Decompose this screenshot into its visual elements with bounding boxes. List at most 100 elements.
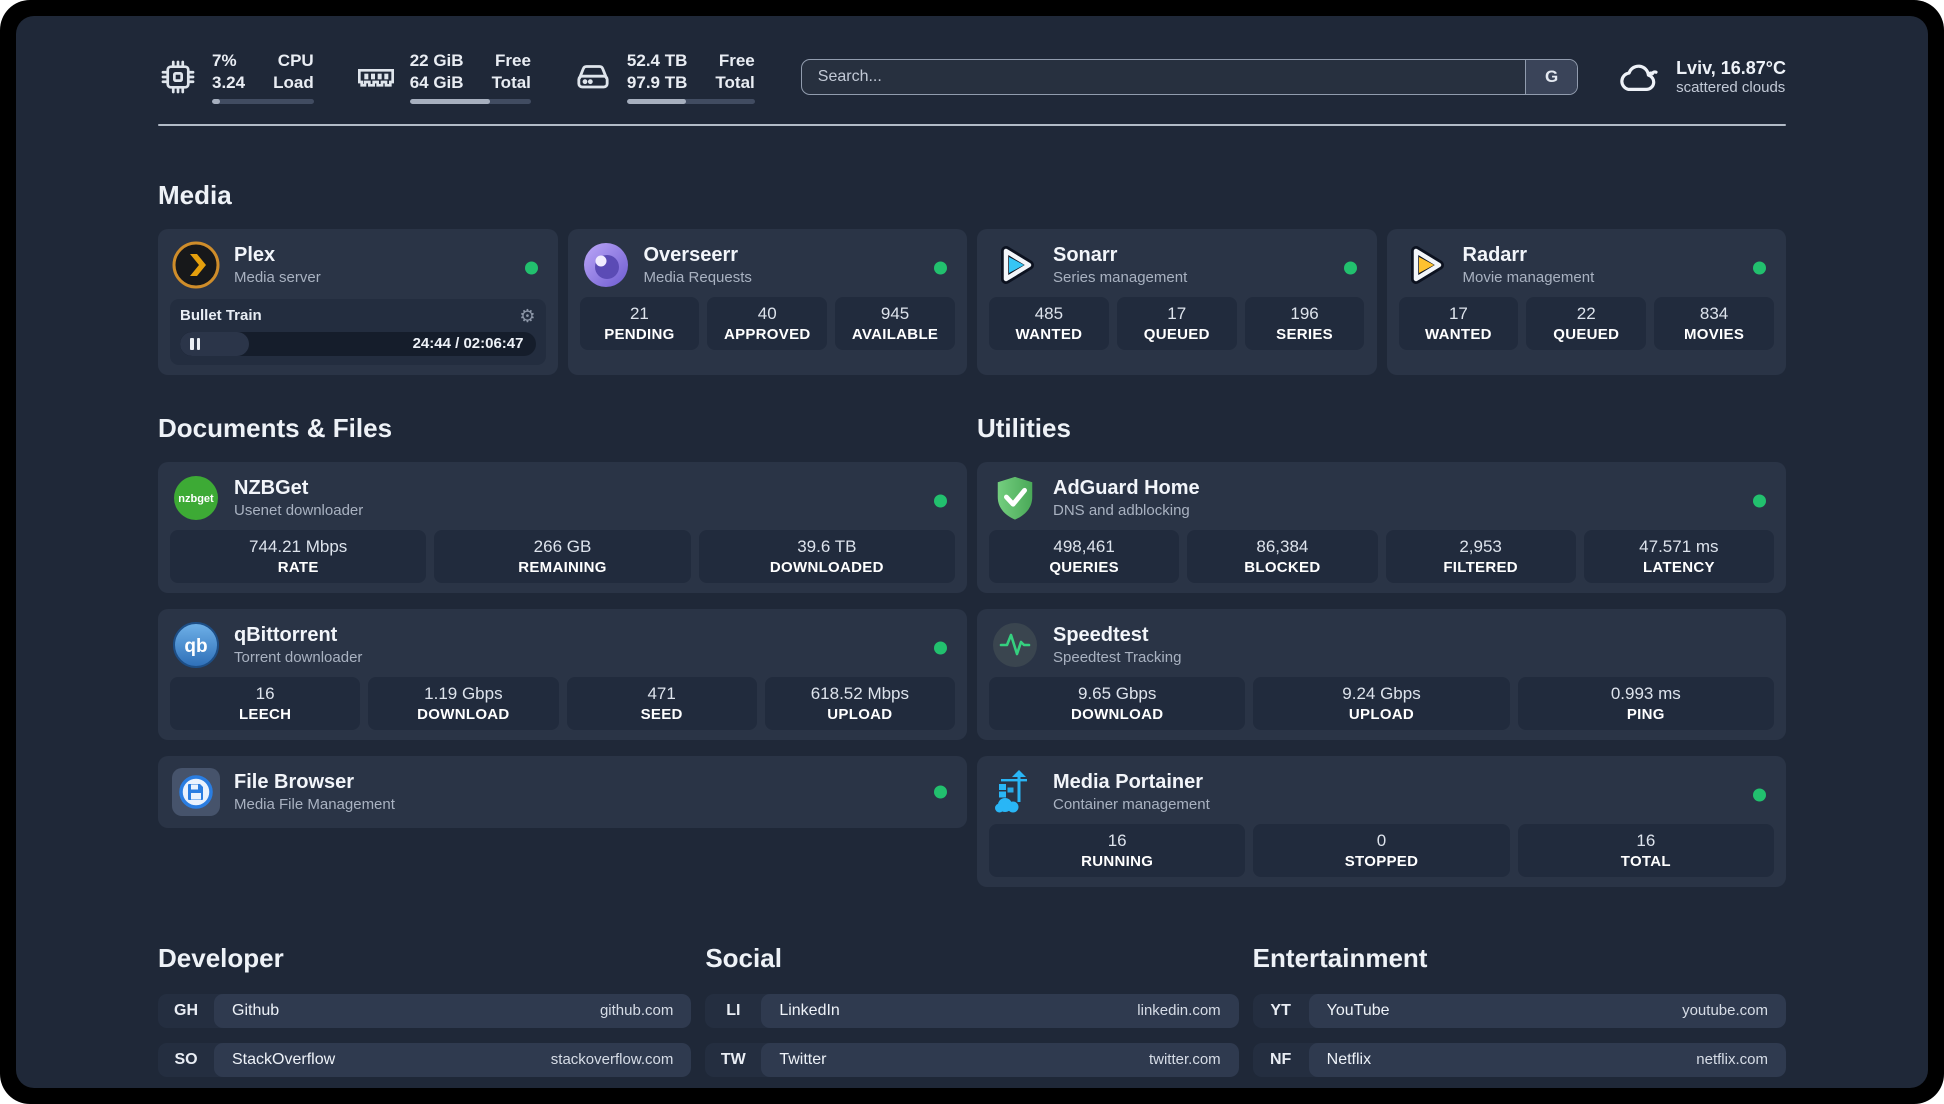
- sonarr-app-link[interactable]: Sonarr Series management: [989, 239, 1365, 297]
- stat-value: 40: [757, 303, 777, 323]
- card-qbittorrent: qb qBittorrent Torrent downloader 16 LEE…: [158, 608, 967, 740]
- plex-subtitle: Media server: [234, 268, 321, 286]
- cloud-icon: [1616, 57, 1662, 97]
- stat-box: 40 APPROVED: [707, 296, 828, 350]
- disk-progress: [626, 98, 755, 104]
- filebrowser-title: File Browser: [234, 770, 355, 793]
- stat-value: 196: [1290, 303, 1319, 323]
- section-title-entertainment: Entertainment: [1252, 942, 1428, 973]
- nzbget-icon: nzbget: [172, 474, 220, 522]
- stat-label: AVAILABLE: [851, 325, 939, 343]
- gear-icon[interactable]: ⚙: [519, 307, 535, 325]
- stat-box: 9.24 Gbps UPLOAD: [1253, 676, 1510, 730]
- stat-value: 47.571 ms: [1639, 536, 1719, 556]
- disk-label-2: Total: [715, 72, 755, 92]
- entertainment-link-list: YT YouTube youtube.com NF Netflix netfli…: [1252, 993, 1786, 1089]
- pause-icon[interactable]: [190, 337, 200, 350]
- stat-box: 21 PENDING: [579, 296, 700, 350]
- search-bar: G: [800, 58, 1579, 95]
- radarr-app-link[interactable]: Radarr Movie management: [1399, 239, 1775, 297]
- ram-icon: [356, 57, 396, 97]
- section-title-utilities: Utilities: [977, 412, 1071, 443]
- portainer-stats: 16 RUNNING 0 STOPPED 16 TOTAL: [989, 823, 1774, 877]
- bookmark-link[interactable]: LI LinkedIn linkedin.com: [705, 993, 1239, 1028]
- bookmark-url: stackoverflow.com: [550, 1051, 674, 1068]
- filebrowser-app-link[interactable]: File Browser Media File Management: [170, 766, 955, 818]
- stat-value: 485: [1034, 303, 1064, 323]
- ram-free: 22 GiB: [409, 51, 464, 70]
- card-overseerr: Overseerr Media Requests 21 PENDING 40 A…: [567, 228, 967, 375]
- disk-metric: 52.4 TB 97.9 TB Free Total: [573, 50, 755, 104]
- plex-status-dot: [524, 261, 538, 274]
- ram-total: 64 GiB: [409, 72, 464, 92]
- overseerr-app-link[interactable]: Overseerr Media Requests: [580, 239, 956, 297]
- cpu-metric: 7% 3.24 CPU Load: [158, 50, 314, 104]
- plex-progress-bar[interactable]: 24:44 / 02:06:47: [180, 331, 536, 356]
- stat-box: 2,953 FILTERED: [1385, 529, 1576, 583]
- stat-value: 0.993 ms: [1610, 683, 1681, 703]
- cpu-icon: [158, 57, 198, 97]
- radarr-title: Radarr: [1462, 243, 1527, 266]
- card-sonarr: Sonarr Series management 485 WANTED 17 Q…: [977, 228, 1377, 375]
- stat-value: 9.65 Gbps: [1077, 683, 1157, 703]
- speedtest-app-link[interactable]: Speedtest Speedtest Tracking: [989, 619, 1774, 677]
- bookmark-abbr: GH: [174, 1001, 198, 1019]
- stat-label: PING: [1626, 705, 1665, 723]
- media-grid: Plex Media server Bullet Train ⚙ 24:44 /…: [158, 228, 1786, 375]
- stat-value: 834: [1699, 303, 1729, 323]
- stat-label: DOWNLOADED: [769, 558, 884, 576]
- stat-label: WANTED: [1015, 325, 1083, 343]
- qbittorrent-subtitle: Torrent downloader: [234, 648, 363, 666]
- stat-box: 266 GB REMAINING: [434, 529, 691, 583]
- radarr-stats: 17 WANTED 22 QUEUED 834 MOVIES: [1398, 296, 1775, 350]
- svg-text:nzbget: nzbget: [178, 493, 214, 505]
- plex-icon: [172, 241, 220, 289]
- stat-box: 17 QUEUED: [1116, 296, 1237, 350]
- qbittorrent-app-link[interactable]: qb qBittorrent Torrent downloader: [170, 619, 955, 677]
- sonarr-status-dot: [1343, 261, 1357, 274]
- stat-label: QUEUED: [1553, 325, 1620, 343]
- stat-label: REMAINING: [518, 558, 607, 576]
- overseerr-icon: [582, 241, 630, 289]
- plex-app-link[interactable]: Plex Media server: [170, 239, 546, 297]
- card-portainer: Media Portainer Container management 16 …: [977, 755, 1786, 887]
- cpu-label-2: Load: [273, 72, 314, 92]
- bookmark-link[interactable]: TW Twitter twitter.com: [705, 1042, 1239, 1077]
- stat-label: QUEUED: [1143, 325, 1210, 343]
- stat-box: 0 STOPPED: [1253, 823, 1510, 877]
- stat-label: UPLOAD: [1348, 705, 1415, 723]
- developer-links: Developer GH Github github.com SO StackO…: [158, 943, 692, 1089]
- stat-label: FILTERED: [1443, 558, 1518, 576]
- stat-label: APPROVED: [723, 325, 811, 343]
- stat-value: 744.21 Mbps: [249, 536, 348, 556]
- stat-value: 0: [1376, 830, 1387, 850]
- bookmark-link[interactable]: SO StackOverflow stackoverflow.com: [158, 1042, 692, 1077]
- system-metrics: 7% 3.24 CPU Load 22 GiB 64 GiB Free Tota…: [158, 50, 755, 104]
- card-speedtest: Speedtest Speedtest Tracking 9.65 Gbps D…: [977, 608, 1786, 740]
- qbittorrent-stats: 16 LEECH 1.19 Gbps DOWNLOAD 471 SEED 618…: [170, 676, 955, 730]
- bookmark-abbr: SO: [174, 1050, 198, 1068]
- stat-box: 945 AVAILABLE: [835, 296, 955, 350]
- documents-column: Documents & Files nzbget NZBGet Usenet d…: [158, 413, 967, 828]
- stat-label: BLOCKED: [1244, 558, 1321, 576]
- speedtest-subtitle: Speedtest Tracking: [1053, 648, 1182, 666]
- stat-label: RATE: [277, 558, 319, 576]
- adguard-status-dot: [1753, 494, 1766, 507]
- search-provider-button[interactable]: G: [1525, 59, 1578, 94]
- developer-link-list: GH Github github.com SO StackOverflow st…: [158, 993, 692, 1089]
- stat-value: 17: [1167, 303, 1187, 323]
- nzbget-app-link[interactable]: nzbget NZBGet Usenet downloader: [170, 472, 955, 530]
- adguard-app-link[interactable]: AdGuard Home DNS and adblocking: [989, 472, 1774, 530]
- portainer-app-link[interactable]: Media Portainer Container management: [989, 766, 1774, 824]
- bookmark-link[interactable]: GH Github github.com: [158, 993, 692, 1028]
- plex-track-title: Bullet Train: [180, 307, 262, 324]
- adguard-icon: [991, 474, 1039, 522]
- bookmark-link[interactable]: NF Netflix netflix.com: [1252, 1042, 1786, 1077]
- nzbget-status-dot: [934, 494, 947, 507]
- stat-box: 485 WANTED: [989, 296, 1109, 350]
- bookmark-link[interactable]: YT YouTube youtube.com: [1252, 993, 1786, 1028]
- sonarr-icon: [991, 241, 1039, 289]
- search-input[interactable]: [801, 59, 1526, 94]
- ram-progress: [409, 98, 531, 104]
- card-nzbget: nzbget NZBGet Usenet downloader 744.21 M…: [158, 461, 967, 593]
